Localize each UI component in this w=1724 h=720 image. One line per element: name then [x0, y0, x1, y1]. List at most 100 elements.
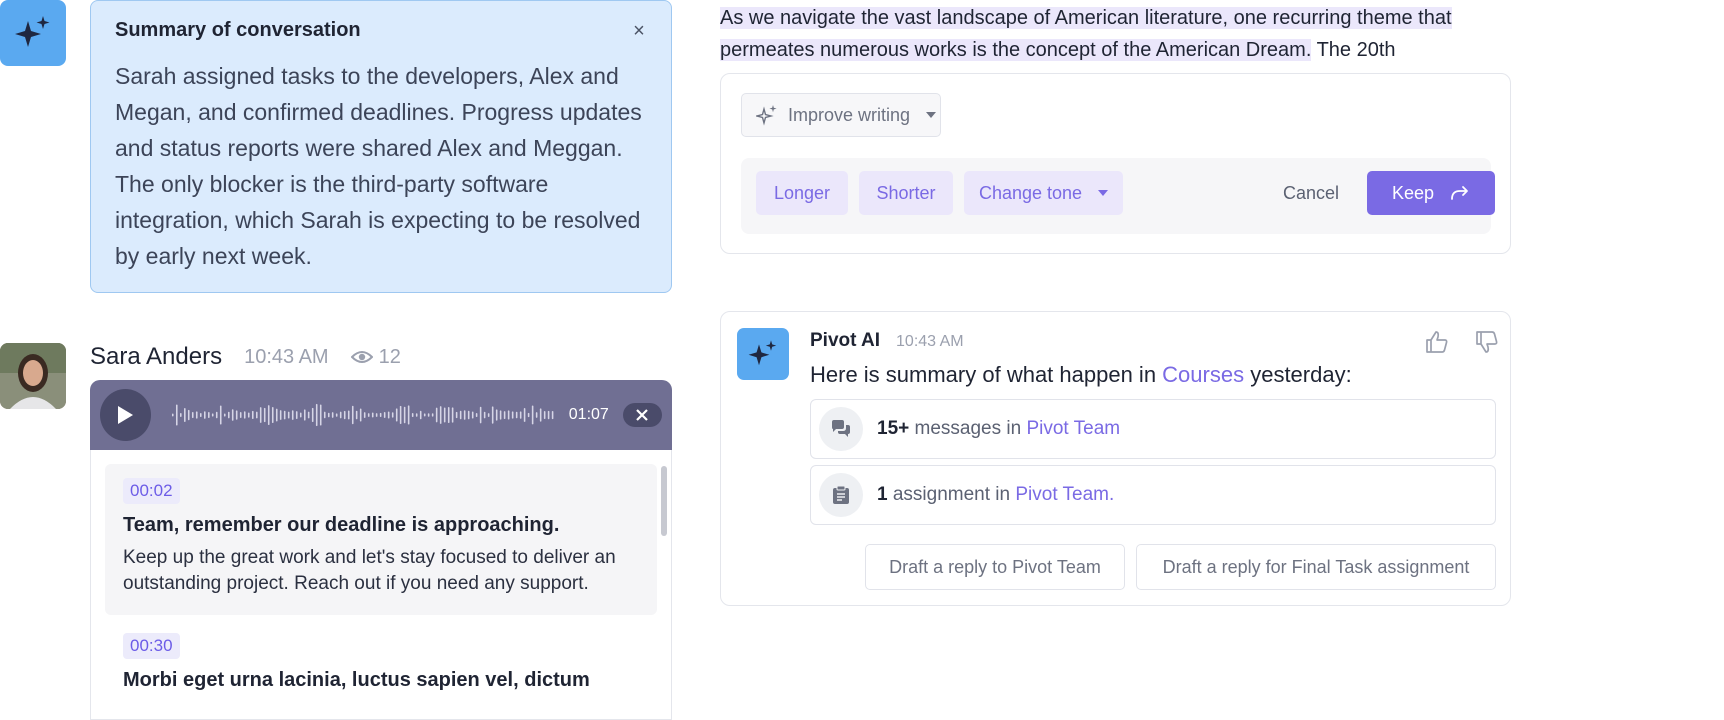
summary-title: Summary of conversation	[115, 19, 361, 41]
waveform-bar	[271, 406, 274, 424]
play-button[interactable]	[100, 389, 151, 441]
row-count: 15+	[877, 418, 910, 439]
waveform-bar	[371, 412, 374, 418]
waveform-bar	[227, 411, 230, 419]
transcript-panel[interactable]: 00:02 Team, remember our deadline is app…	[90, 450, 672, 720]
waveform-bar	[207, 411, 210, 419]
waveform-bar	[471, 411, 474, 419]
message-header: Sara Anders 10:43 AM 12	[90, 342, 401, 372]
change-tone-dropdown[interactable]: Change tone	[964, 171, 1123, 215]
waveform-bar	[387, 411, 390, 419]
waveform-bar	[491, 406, 494, 424]
sparkle-icon	[756, 105, 777, 126]
chat-bubbles-glyph	[832, 420, 850, 437]
author-name[interactable]: Sara Anders	[90, 343, 222, 371]
pivot-team-link[interactable]: Pivot Team.	[1015, 484, 1114, 505]
waveform-bar	[215, 411, 218, 419]
waveform-bar	[463, 410, 466, 420]
waveform-bar	[363, 412, 366, 418]
improve-writing-panel: Improve writing Longer Shorter Change to…	[720, 73, 1511, 254]
waveform-bar	[303, 409, 306, 421]
keep-button[interactable]: Keep	[1367, 171, 1495, 215]
waveform-bar	[323, 411, 326, 419]
draft-reply-pivot-team-button[interactable]: Draft a reply to Pivot Team	[865, 544, 1125, 590]
pivot-ai-card: Pivot AI 10:43 AM Here is summary of wha…	[720, 311, 1511, 606]
waveform-bar	[543, 410, 546, 420]
waveform-bar	[379, 412, 382, 418]
draft-reply-final-task-button[interactable]: Draft a reply for Final Task assignment	[1136, 544, 1496, 590]
summary-row-messages[interactable]: 15+ messages in Pivot Team	[810, 399, 1496, 459]
waveform-bar	[443, 407, 446, 423]
waveform-bar	[327, 412, 330, 418]
waveform-bar	[375, 413, 378, 417]
chevron-down-icon	[926, 112, 937, 118]
waveform-bar	[339, 411, 342, 419]
summary-text: Sarah assigned tasks to the developers, …	[115, 63, 642, 269]
transcript-item[interactable]: 00:30 Morbi eget urna lacinia, luctus sa…	[105, 615, 657, 710]
waveform-bar	[255, 411, 258, 419]
waveform-bar	[263, 407, 266, 423]
waveform-bar	[331, 412, 334, 418]
transcript-title: Team, remember our deadline is approachi…	[123, 514, 560, 536]
waveform-bar	[347, 410, 350, 420]
ai-message-header: Pivot AI 10:43 AM	[810, 330, 964, 352]
cancel-button[interactable]: Cancel	[1261, 171, 1361, 215]
close-icon	[636, 409, 649, 421]
waveform-bar	[199, 412, 202, 418]
waveform-bar	[531, 405, 534, 425]
waveform-bar	[535, 412, 538, 418]
waveform-bar	[519, 411, 522, 419]
longer-button[interactable]: Longer	[756, 171, 848, 215]
timestamp-badge[interactable]: 00:30	[123, 633, 180, 659]
close-icon[interactable]: ×	[627, 19, 651, 43]
waveform-bar	[475, 413, 478, 418]
user-photo	[0, 343, 66, 409]
waveform-bar	[183, 408, 186, 422]
editor-text[interactable]: As we navigate the vast landscape of Ame…	[720, 2, 1520, 66]
ai-avatar	[0, 0, 66, 66]
waveform-bar	[511, 411, 514, 419]
row-label: messages in	[909, 418, 1027, 439]
transcript-item[interactable]: 00:02 Team, remember our deadline is app…	[105, 464, 657, 615]
waveform-bar	[551, 410, 554, 420]
waveform-bar	[395, 408, 398, 422]
waveform-bar	[259, 407, 262, 423]
thumbs-down-icon[interactable]	[1474, 329, 1500, 355]
waveform-bar	[523, 408, 526, 422]
sparkle-icon	[15, 16, 50, 47]
waveform-bar	[359, 408, 362, 422]
unselected-text[interactable]: The 20th	[1311, 39, 1396, 61]
audio-duration: 01:07	[568, 406, 609, 423]
waveform-bar	[315, 403, 318, 427]
summary-row-assignments[interactable]: 1 assignment in Pivot Team.	[810, 465, 1496, 525]
waveform-bar	[211, 413, 214, 417]
pivot-team-link[interactable]: Pivot Team	[1026, 418, 1120, 439]
keep-label: Keep	[1391, 182, 1435, 203]
waveform-bar	[243, 411, 246, 419]
transcript-body: Keep up the great work and let's stay fo…	[123, 547, 616, 594]
waveform-bar	[179, 412, 182, 417]
waveform-bar	[203, 411, 206, 419]
close-audio-button[interactable]	[622, 403, 662, 427]
timestamp-badge[interactable]: 00:02	[123, 478, 180, 504]
ai-time: 10:43 AM	[896, 333, 964, 350]
waveform-bar	[319, 404, 322, 426]
chat-icon	[819, 407, 863, 451]
avatar[interactable]	[0, 343, 66, 409]
message-time: 10:43 AM	[244, 345, 329, 368]
waveform[interactable]	[171, 400, 555, 430]
waveform-bar	[295, 411, 298, 420]
waveform-bar	[415, 413, 418, 417]
scrollbar[interactable]	[661, 466, 667, 536]
waveform-bar	[411, 412, 414, 418]
shorter-button[interactable]: Shorter	[859, 171, 953, 215]
waveform-bar	[403, 406, 406, 424]
row-text: 1 assignment in Pivot Team.	[877, 484, 1114, 506]
clipboard-icon	[819, 473, 863, 517]
change-tone-label: Change tone	[978, 182, 1083, 203]
improve-writing-dropdown[interactable]: Improve writing	[741, 93, 941, 137]
thumbs-up-icon[interactable]	[1424, 329, 1450, 355]
waveform-bar	[419, 410, 422, 420]
courses-link[interactable]: Courses	[1162, 362, 1244, 387]
waveform-bar	[383, 411, 386, 418]
